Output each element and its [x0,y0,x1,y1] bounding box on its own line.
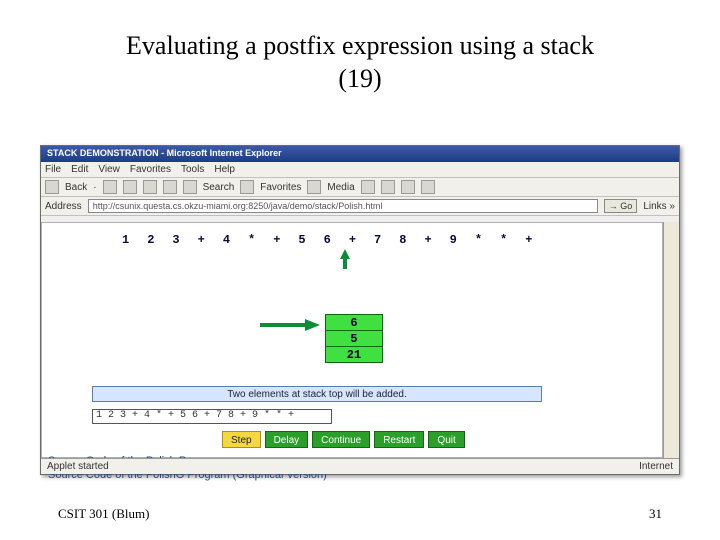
mail-icon[interactable] [381,180,395,194]
menu-help[interactable]: Help [214,164,235,175]
expr-token: 6 [324,233,331,247]
status-left: Applet started [47,461,109,472]
expr-token: * [475,233,482,247]
expr-token: * [248,233,255,247]
slide-title-line2: (19) [338,64,381,93]
vertical-scrollbar[interactable] [663,222,679,458]
stack-cell: 21 [325,346,383,363]
refresh-icon[interactable] [143,180,157,194]
toolbar: Back · Search Favorites Media [41,178,679,197]
expr-token: 2 [147,233,154,247]
continue-button[interactable]: Continue [312,431,370,448]
quit-button[interactable]: Quit [428,431,464,448]
expr-token: 3 [172,233,179,247]
footer-page-number: 31 [649,506,662,522]
links-label[interactable]: Links » [643,201,675,212]
status-message: Two elements at stack top will be added. [92,386,542,402]
home-icon[interactable] [163,180,177,194]
menu-favorites[interactable]: Favorites [130,164,171,175]
print-icon[interactable] [401,180,415,194]
restart-button[interactable]: Restart [374,431,424,448]
stop-icon[interactable] [123,180,137,194]
go-button[interactable]: → Go [604,199,638,213]
menu-view[interactable]: View [98,164,120,175]
status-bar: Applet started Internet [41,458,679,474]
expr-token: 9 [450,233,457,247]
status-right: Internet [639,461,673,472]
stack-cell: 6 [325,314,383,331]
expr-token: + [424,233,431,247]
expr-token: + [198,233,205,247]
delay-button[interactable]: Delay [265,431,309,448]
search-icon[interactable] [183,180,197,194]
expr-token: + [349,233,356,247]
search-button[interactable]: Search [203,182,235,193]
expr-token: 7 [374,233,381,247]
step-button[interactable]: Step [222,431,261,448]
expr-token: 5 [298,233,305,247]
favorites-icon[interactable] [240,180,254,194]
applet-canvas: 1 2 3 + 4 * + 5 6 + 7 8 + 9 * * + [41,222,663,458]
menu-tools[interactable]: Tools [181,164,204,175]
expression-row: 1 2 3 + 4 * + 5 6 + 7 8 + 9 * * + [122,233,532,247]
url-field[interactable]: http://csunix.questa.cs.okzu-miami.org:8… [88,199,598,213]
push-arrow-icon [260,318,320,332]
media-button[interactable]: Media [327,182,354,193]
expr-token: 8 [399,233,406,247]
menubar[interactable]: File Edit View Favorites Tools Help [41,162,679,178]
menu-edit[interactable]: Edit [71,164,88,175]
window-title: STACK DEMONSTRATION - Microsoft Internet… [47,148,282,158]
expression-input[interactable]: 1 2 3 + 4 * + 5 6 + 7 8 + 9 * * + [92,409,332,424]
edit-icon[interactable] [421,180,435,194]
expr-token: + [273,233,280,247]
address-bar: Address http://csunix.questa.cs.okzu-mia… [41,197,679,216]
browser-window: STACK DEMONSTRATION - Microsoft Internet… [40,145,680,475]
address-label: Address [45,201,82,212]
expr-token: 1 [122,233,129,247]
pointer-arrow-icon [339,249,351,269]
expr-token: + [525,233,532,247]
footer-course: CSIT 301 (Blum) [58,506,150,522]
back-button[interactable]: Back [65,182,87,193]
window-titlebar[interactable]: STACK DEMONSTRATION - Microsoft Internet… [41,146,679,162]
menu-file[interactable]: File [45,164,61,175]
history-icon[interactable] [361,180,375,194]
favorites-button[interactable]: Favorites [260,182,301,193]
slide-title-line1: Evaluating a postfix expression using a … [126,31,594,60]
stack: 6 5 21 [325,315,383,363]
control-buttons: Step Delay Continue Restart Quit [222,431,465,448]
forward-icon[interactable] [103,180,117,194]
expr-token: * [500,233,507,247]
stack-cell: 5 [325,330,383,347]
expr-token: 4 [223,233,230,247]
back-icon[interactable] [45,180,59,194]
media-icon[interactable] [307,180,321,194]
